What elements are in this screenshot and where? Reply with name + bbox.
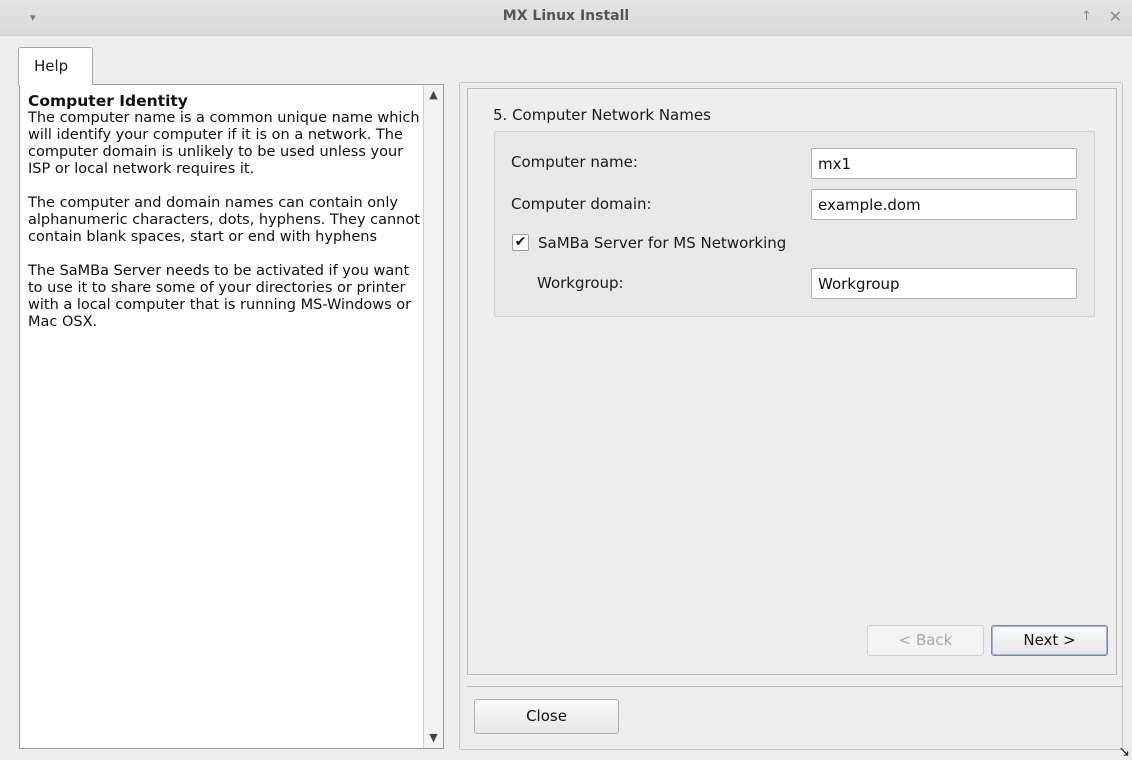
computer-name-input[interactable] (811, 148, 1077, 179)
close-button[interactable]: Close (474, 699, 619, 734)
help-paragraph-2: The computer and domain names can contai… (28, 195, 420, 245)
scroll-up-arrow-icon[interactable]: ▲ (424, 86, 443, 104)
close-window-icon[interactable]: ✕ (1109, 7, 1122, 26)
help-paragraph-3: The SaMBa Server needs to be activated i… (28, 263, 412, 330)
computer-domain-input[interactable] (811, 189, 1077, 220)
resize-grip-icon[interactable]: ↘ (1118, 744, 1130, 760)
help-paragraph-1: The computer name is a common unique nam… (28, 110, 420, 177)
window-title: MX Linux Install (502, 8, 630, 24)
help-heading: Computer Identity (28, 92, 188, 110)
keep-above-icon[interactable]: ↑ (1081, 9, 1092, 24)
checkmark-icon: ✔ (514, 234, 527, 250)
computer-name-label: Computer name: (511, 153, 638, 171)
back-button[interactable]: < Back (867, 625, 984, 656)
help-text: Computer Identity The computer name is a… (28, 93, 420, 348)
section-title: 5. Computer Network Names (493, 106, 711, 124)
installer-window: ▾ MX Linux Install ↑ ✕ Help Computer Ide… (0, 0, 1132, 760)
bottom-separator (467, 686, 1123, 687)
tab-help[interactable]: Help (18, 47, 93, 85)
workgroup-label: Workgroup: (537, 274, 624, 292)
title-bar: ▾ MX Linux Install ↑ ✕ (0, 0, 1132, 36)
workgroup-input[interactable] (811, 268, 1077, 299)
samba-checkbox-label[interactable]: SaMBa Server for MS Networking (538, 234, 786, 252)
computer-domain-label: Computer domain: (511, 195, 652, 213)
next-button[interactable]: Next > (991, 625, 1108, 656)
help-pane: Computer Identity The computer name is a… (19, 84, 444, 749)
help-scrollbar[interactable]: ▲ ▼ (423, 85, 443, 748)
samba-checkbox[interactable]: ✔ (512, 234, 529, 251)
scroll-down-arrow-icon[interactable]: ▼ (424, 729, 443, 747)
